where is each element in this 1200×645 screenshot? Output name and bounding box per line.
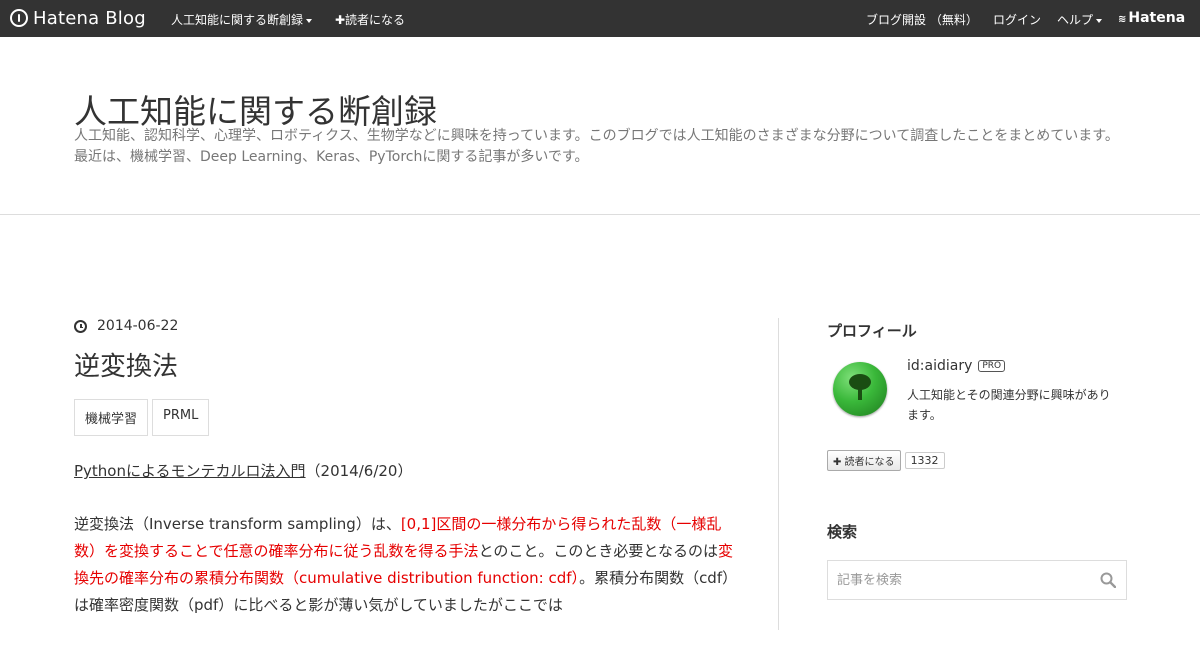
text: 逆変換法（Inverse transform sampling）は、: [74, 515, 401, 533]
hatena-mark-icon: ≋: [1118, 14, 1127, 25]
entry-body: Pythonによるモンテカルロ法入門（2014/6/20） 逆変換法（Inver…: [74, 458, 734, 619]
blog-menu[interactable]: 人工知能に関する断創録: [171, 11, 313, 28]
global-header: Hatena Blog 人工知能に関する断創録 ✚読者になる ブログ開設 （無料…: [0, 0, 1200, 37]
caret-down-icon: [306, 18, 313, 23]
category-tag[interactable]: PRML: [152, 399, 210, 436]
sidebar: プロフィール id:aidiary PRO 人工知能とその関連分野に興味があります…: [827, 320, 1127, 600]
blog-description: 人工知能、認知科学、心理学、ロボティクス、生物学などに興味を持っています。このブ…: [74, 128, 1119, 165]
subscribe-link[interactable]: ✚読者になる: [335, 11, 405, 28]
hatena-blog-icon: [10, 9, 28, 27]
entry-date[interactable]: 2014-06-22: [74, 318, 734, 334]
hatena-logo-text: Hatena: [1128, 10, 1186, 26]
profile-description: 人工知能とその関連分野に興味があります。: [907, 388, 1111, 422]
blog-header: 人工知能に関する断創録 人工知能、認知科学、心理学、ロボティクス、生物学などに興…: [0, 37, 1200, 215]
entry-link[interactable]: Pythonによるモンテカルロ法入門: [74, 462, 306, 480]
caret-down-icon: [1096, 18, 1103, 23]
blog-menu-label: 人工知能に関する断創録: [171, 13, 304, 27]
search-icon[interactable]: [1100, 572, 1116, 588]
subscribe-button[interactable]: ✚ 読者になる: [827, 450, 901, 471]
entry-date-text: 2014-06-22: [97, 318, 179, 334]
hatena-logo[interactable]: ≋ Hatena: [1118, 10, 1185, 26]
help-menu[interactable]: ヘルプ: [1057, 11, 1103, 28]
search-heading: 検索: [827, 523, 858, 541]
profile: id:aidiary PRO 人工知能とその関連分野に興味があります。: [827, 358, 1127, 438]
clock-icon: [74, 319, 87, 333]
paragraph: Pythonによるモンテカルロ法入門（2014/6/20）: [74, 458, 734, 485]
category-tag[interactable]: 機械学習: [74, 399, 149, 436]
profile-id[interactable]: id:aidiary PRO: [907, 358, 1006, 374]
profile-heading: プロフィール: [827, 322, 917, 340]
paragraph: 逆変換法（Inverse transform sampling）は、[0,1]区…: [74, 511, 734, 619]
column-divider: [778, 318, 779, 630]
brand-text: Hatena Blog: [33, 7, 146, 29]
search-input[interactable]: [828, 561, 1106, 599]
subscriber-count: 1332: [904, 452, 945, 469]
hatena-blog-logo[interactable]: Hatena Blog: [10, 6, 146, 30]
subscribe-widget: ✚ 読者になる 1332: [827, 450, 1127, 471]
tree-icon: [849, 374, 871, 400]
text: とのこと。このとき必要となるのは: [478, 542, 718, 560]
login-link[interactable]: ログイン: [993, 11, 1041, 28]
open-blog-link[interactable]: ブログ開設 （無料）: [866, 11, 978, 28]
search-box: [827, 560, 1127, 600]
pro-badge: PRO: [978, 360, 1006, 372]
entry: 2014-06-22 逆変換法 機械学習 PRML Pythonによるモンテカル…: [74, 318, 734, 645]
avatar[interactable]: [833, 362, 887, 416]
entry-title[interactable]: 逆変換法: [74, 346, 734, 383]
help-label: ヘルプ: [1057, 13, 1094, 27]
profile-id-text: id:aidiary: [907, 358, 973, 374]
link-suffix: （2014/6/20）: [305, 462, 413, 480]
entry-categories: 機械学習 PRML: [74, 399, 734, 436]
